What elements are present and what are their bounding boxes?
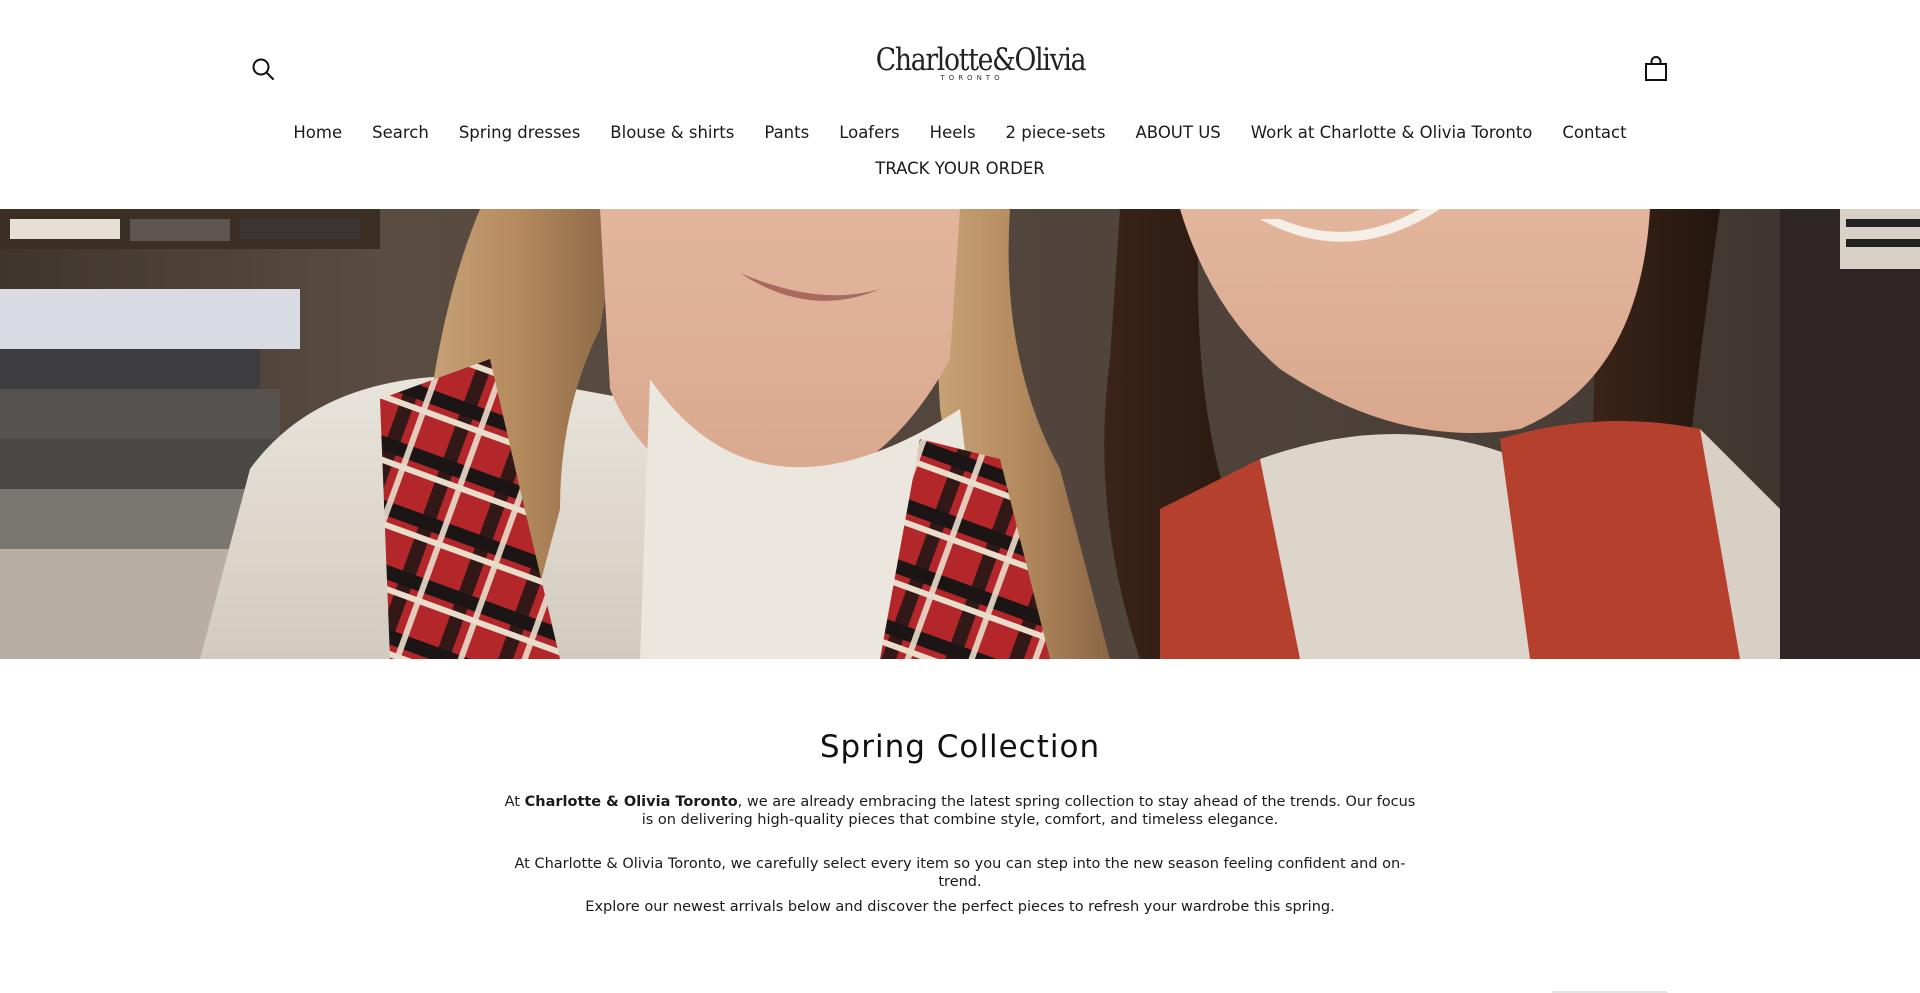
search-icon (252, 58, 274, 80)
nav-link-blouse-shirts[interactable]: Blouse & shirts (595, 120, 749, 146)
brand-logo[interactable]: Charlotte&Olivia TORONTO (862, 42, 1087, 84)
nav-link-2-piece-sets[interactable]: 2 piece-sets (991, 120, 1121, 146)
nav-link-work-at[interactable]: Work at Charlotte & Olivia Toronto (1236, 120, 1548, 146)
nav-row-primary: Home Search Spring dresses Blouse & shir… (0, 120, 1920, 146)
intro-p1-brand: Charlotte & Olivia Toronto (524, 794, 738, 810)
intro-p1-post: , we are already embracing the latest sp… (641, 794, 1416, 828)
nav-link-home[interactable]: Home (278, 120, 357, 146)
nav-row-secondary: TRACK YOUR ORDER (0, 156, 1920, 182)
logo-wordmark: Charlotte&Olivia (875, 42, 1087, 78)
hero-photo (0, 209, 1920, 659)
site-header: Charlotte&Olivia TORONTO Home Search Spr… (0, 0, 1920, 209)
nav-link-heels[interactable]: Heels (915, 120, 991, 146)
shopping-bag-icon (1645, 56, 1667, 81)
nav-link-track-order[interactable]: TRACK YOUR ORDER (860, 156, 1059, 182)
intro-p1-pre: At (504, 794, 525, 810)
collection-intro: Spring Collection At Charlotte & Olivia … (0, 659, 1920, 993)
intro-paragraph-3: Explore our newest arrivals below and di… (585, 899, 1335, 915)
hero-banner-image (0, 209, 1920, 659)
nav-link-spring-dresses[interactable]: Spring dresses (444, 120, 595, 146)
nav-link-loafers[interactable]: Loafers (824, 120, 914, 146)
cart-button[interactable] (1640, 53, 1672, 85)
intro-paragraph-1: At Charlotte & Olivia Toronto, we are al… (500, 793, 1420, 829)
nav-link-contact[interactable]: Contact (1547, 120, 1641, 146)
nav-link-pants[interactable]: Pants (749, 120, 824, 146)
nav-link-search[interactable]: Search (357, 120, 444, 146)
collection-title: Spring Collection (819, 729, 1101, 765)
intro-paragraph-2: At Charlotte & Olivia Toronto, we carefu… (514, 856, 1406, 890)
nav-link-about-us[interactable]: ABOUT US (1121, 120, 1236, 146)
main-navigation: Home Search Spring dresses Blouse & shir… (0, 120, 1920, 182)
header-search-button[interactable] (248, 54, 278, 84)
